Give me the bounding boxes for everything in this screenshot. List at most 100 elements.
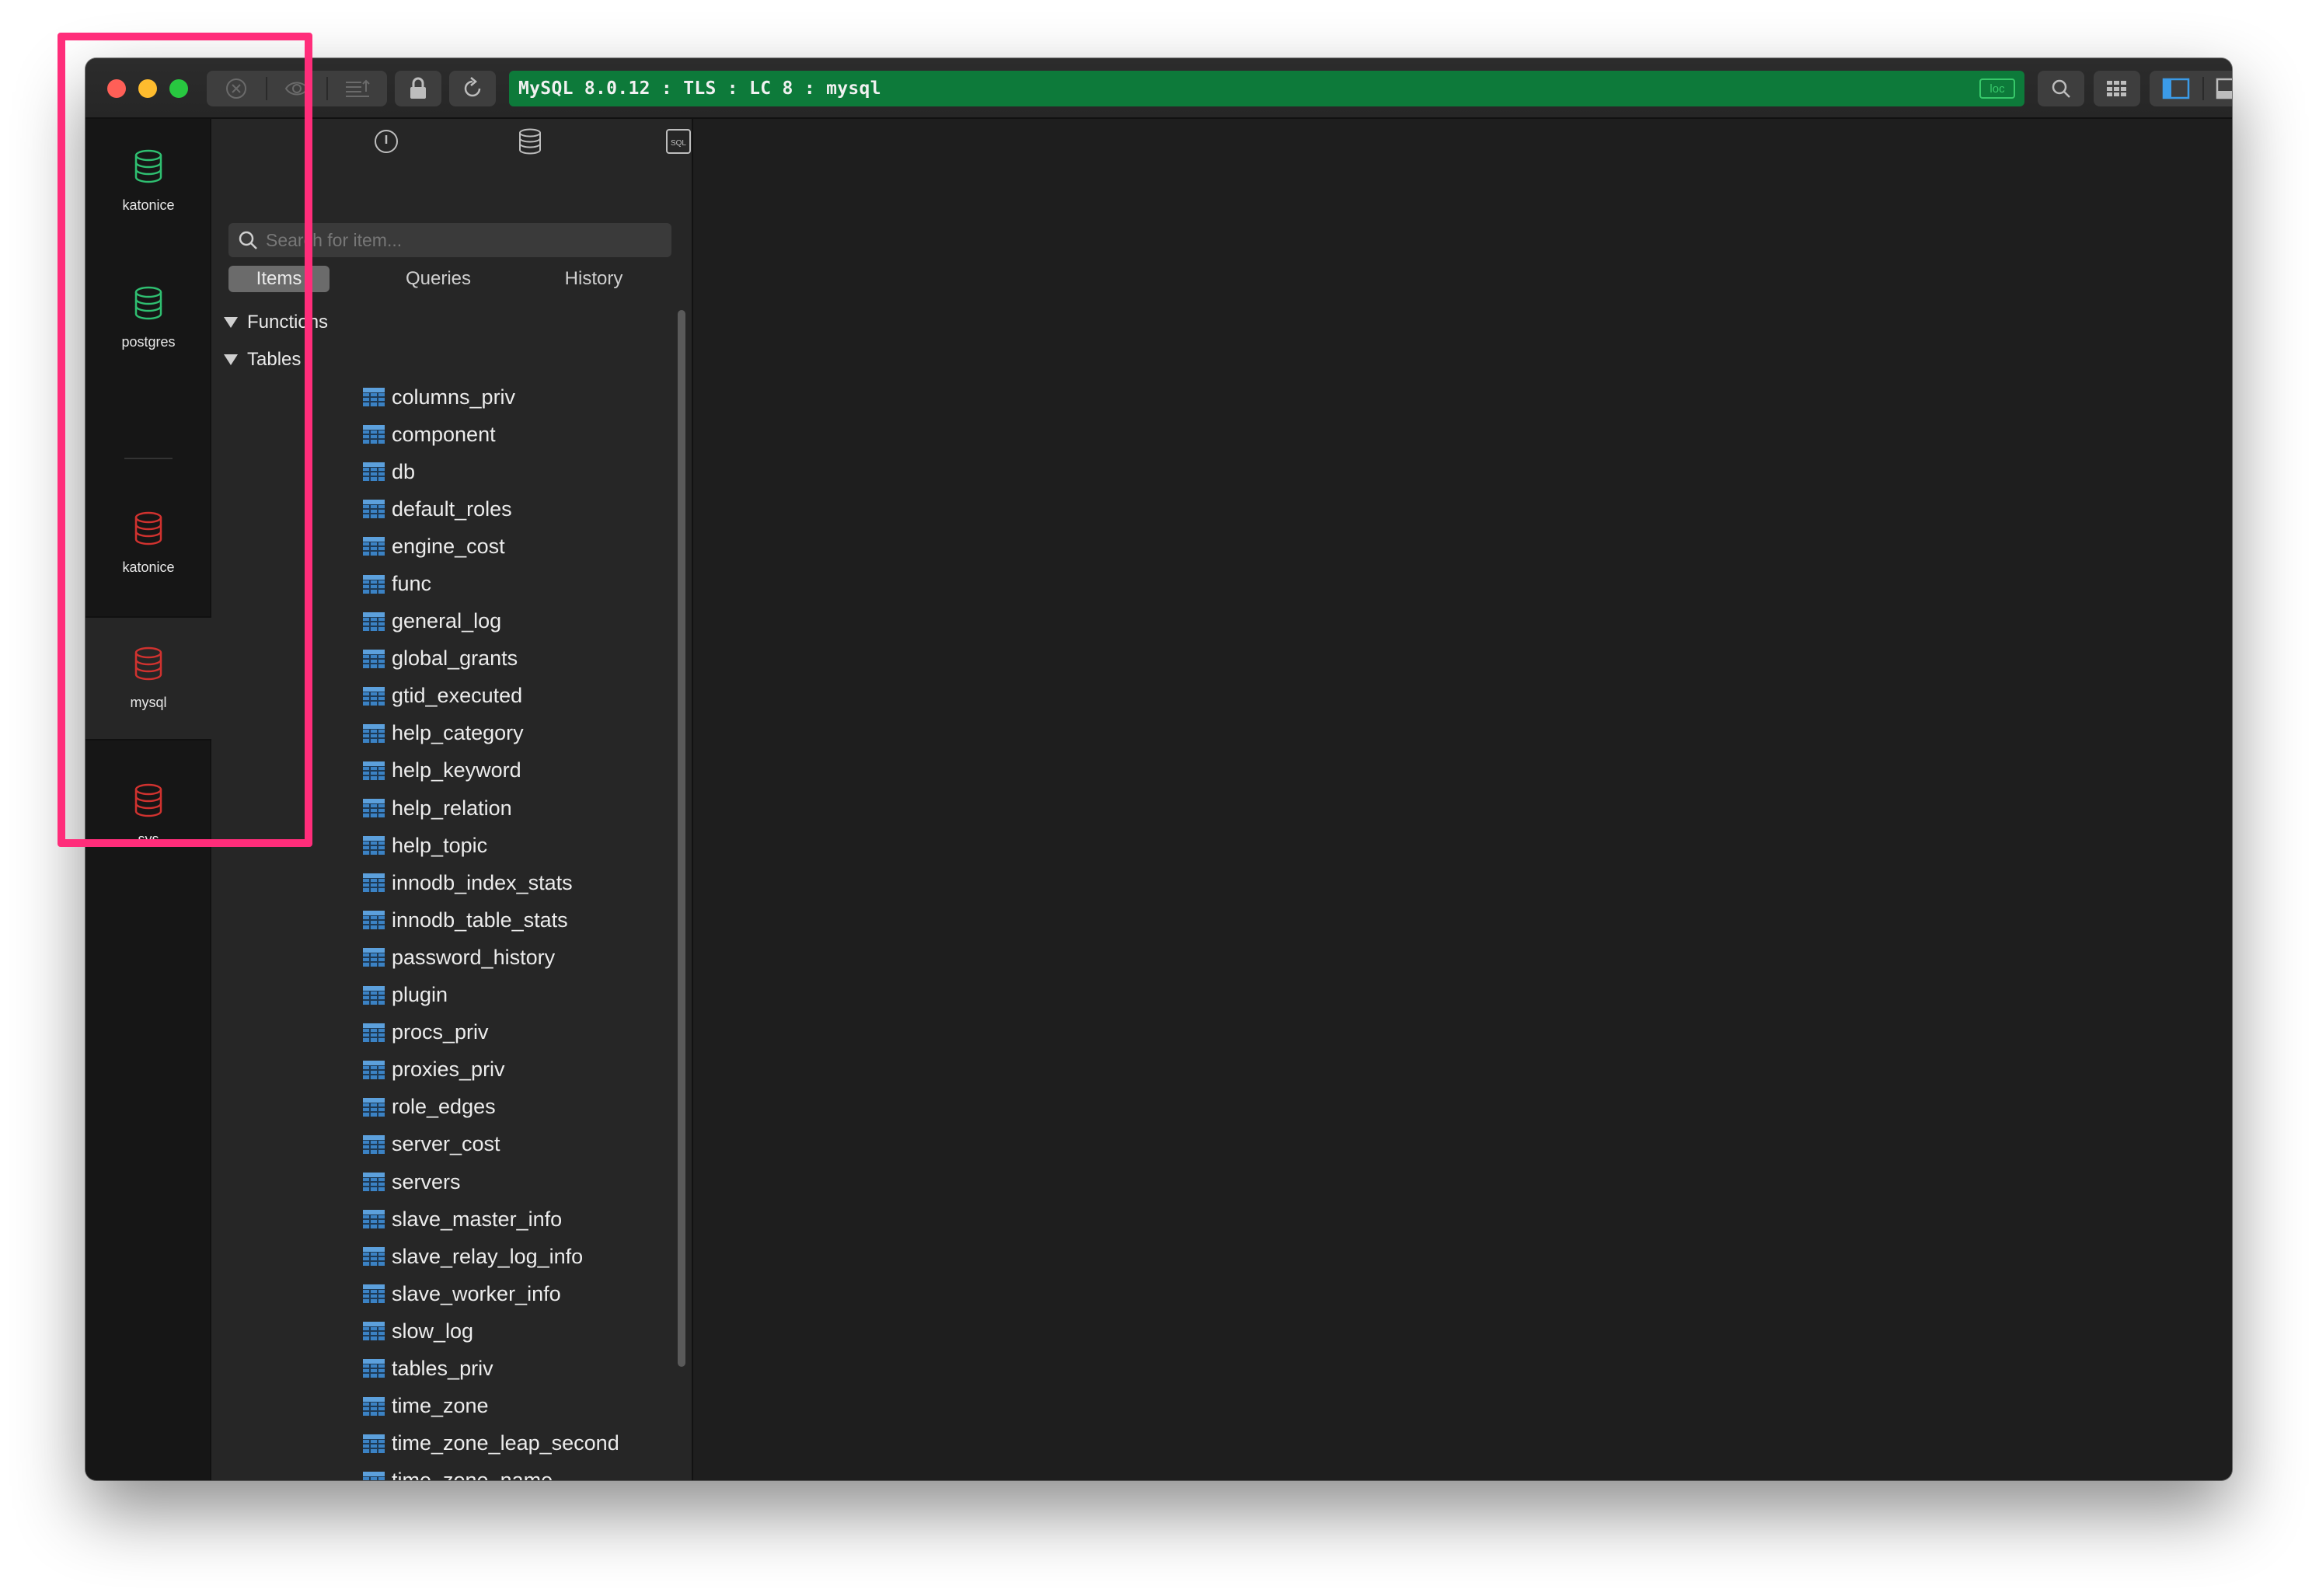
disconnect-button[interactable] xyxy=(207,71,266,106)
table-name: innodb_index_stats xyxy=(392,870,573,894)
table-row[interactable]: procs_priv xyxy=(211,1014,670,1051)
table-name: component xyxy=(392,422,496,446)
table-row[interactable]: slave_master_info xyxy=(211,1200,670,1238)
tab-databases[interactable] xyxy=(518,128,542,159)
table-row[interactable]: default_roles xyxy=(211,490,670,528)
connection-item-katonice-1[interactable]: katonice xyxy=(85,119,211,243)
table-name: default_roles xyxy=(392,497,512,521)
lock-button[interactable] xyxy=(395,71,441,106)
table-row[interactable]: general_log xyxy=(211,603,670,640)
table-row[interactable]: time_zone_name xyxy=(211,1462,670,1480)
table-row[interactable]: time_zone_leap_second xyxy=(211,1425,670,1462)
table-row[interactable]: slave_worker_info xyxy=(211,1275,670,1312)
database-icon xyxy=(134,286,162,319)
search-icon xyxy=(2052,79,2070,98)
table-row[interactable]: help_keyword xyxy=(211,752,670,789)
table-icon xyxy=(363,1097,385,1117)
table-row[interactable]: innodb_index_stats xyxy=(211,864,670,901)
table-row[interactable]: innodb_table_stats xyxy=(211,901,670,939)
search-button[interactable] xyxy=(2038,71,2084,106)
table-row[interactable]: password_history xyxy=(211,939,670,976)
table-row[interactable]: func xyxy=(211,565,670,602)
window-close-button[interactable] xyxy=(107,79,126,98)
table-row[interactable]: plugin xyxy=(211,977,670,1014)
commit-list-icon xyxy=(346,79,370,97)
close-circle-icon xyxy=(226,78,246,99)
segment-items[interactable]: Items xyxy=(228,266,330,292)
table-row[interactable]: help_topic xyxy=(211,827,670,864)
sidebar-scroll-thumb[interactable] xyxy=(678,310,685,1367)
item-search-input[interactable] xyxy=(266,229,654,251)
grid-view-button[interactable] xyxy=(2094,71,2140,106)
table-row[interactable]: component xyxy=(211,416,670,453)
connection-item-postgres[interactable]: postgres xyxy=(85,256,211,380)
table-name: slow_log xyxy=(392,1319,474,1343)
table-icon xyxy=(363,985,385,1005)
disclosure-triangle-icon[interactable] xyxy=(224,354,238,365)
table-row[interactable]: servers xyxy=(211,1163,670,1200)
disclosure-triangle-icon[interactable] xyxy=(224,317,238,328)
tab-sql[interactable]: SQL xyxy=(665,128,692,159)
search-icon xyxy=(239,231,257,249)
refresh-icon xyxy=(464,77,481,97)
database-item-katonice[interactable]: katonice xyxy=(85,481,211,605)
item-search-box[interactable] xyxy=(228,223,671,257)
table-name: db xyxy=(392,459,416,483)
segment-queries[interactable]: Queries xyxy=(361,266,516,292)
sidebar-mode-tabs: SQL xyxy=(211,119,692,164)
window-maximize-button[interactable] xyxy=(169,79,188,98)
location-badge: loc xyxy=(1979,78,2015,99)
table-name: engine_cost xyxy=(392,534,505,558)
sidebar-scrollbar[interactable] xyxy=(675,304,687,1477)
table-icon xyxy=(363,911,385,930)
refresh-button[interactable] xyxy=(449,71,496,106)
connection-status-bar[interactable]: MySQL 8.0.12 : TLS : LC 8 : mysql loc xyxy=(509,71,2024,106)
item-sidebar: SQL Items Queries History Functions Tabl… xyxy=(211,119,693,1480)
table-icon xyxy=(363,1023,385,1042)
sql-file-icon: SQL xyxy=(666,129,691,154)
table-name: time_zone xyxy=(392,1394,489,1418)
table-name: tables_priv xyxy=(392,1356,493,1380)
table-row[interactable]: global_grants xyxy=(211,640,670,678)
table-row[interactable]: gtid_executed xyxy=(211,678,670,715)
tab-structure[interactable] xyxy=(373,128,399,159)
table-name: time_zone_name xyxy=(392,1469,553,1480)
toolbar-nav-group xyxy=(207,71,387,106)
table-row[interactable]: columns_priv xyxy=(211,378,670,416)
toggle-bottom-panel-button[interactable] xyxy=(2204,71,2232,106)
table-row[interactable]: server_cost xyxy=(211,1126,670,1163)
table-name: servers xyxy=(392,1169,461,1194)
table-row[interactable]: role_edges xyxy=(211,1089,670,1126)
tree-group-tables[interactable]: Tables xyxy=(211,341,670,378)
table-row[interactable]: help_category xyxy=(211,715,670,752)
database-icon xyxy=(134,783,162,817)
table-name: time_zone_leap_second xyxy=(392,1431,619,1455)
table-row[interactable]: slave_relay_log_info xyxy=(211,1238,670,1275)
search-button-group xyxy=(2038,71,2084,106)
table-name: help_relation xyxy=(392,796,512,820)
table-name: plugin xyxy=(392,983,448,1007)
database-icon xyxy=(134,149,162,183)
table-icon xyxy=(363,574,385,594)
window-minimize-button[interactable] xyxy=(138,79,157,98)
table-row[interactable]: help_relation xyxy=(211,789,670,827)
table-row[interactable]: time_zone xyxy=(211,1388,670,1425)
segment-history[interactable]: History xyxy=(516,266,671,292)
tree-group-functions[interactable]: Functions xyxy=(211,304,670,341)
table-name: general_log xyxy=(392,609,502,633)
table-name: password_history xyxy=(392,945,556,969)
commit-button[interactable] xyxy=(328,71,387,106)
connection-label: katonice xyxy=(122,197,175,213)
preview-button[interactable] xyxy=(267,71,326,106)
table-row[interactable]: db xyxy=(211,453,670,490)
table-row[interactable]: proxies_priv xyxy=(211,1051,670,1089)
table-row[interactable]: tables_priv xyxy=(211,1350,670,1387)
toggle-left-panel-button[interactable] xyxy=(2150,71,2202,106)
database-item-sys[interactable]: sys xyxy=(85,753,211,877)
table-row[interactable]: engine_cost xyxy=(211,528,670,565)
table-row[interactable]: slow_log xyxy=(211,1312,670,1350)
refresh-button-group xyxy=(449,71,496,106)
database-item-mysql[interactable]: mysql xyxy=(85,616,211,741)
lock-button-group xyxy=(395,71,441,106)
table-name: help_category xyxy=(392,721,524,745)
